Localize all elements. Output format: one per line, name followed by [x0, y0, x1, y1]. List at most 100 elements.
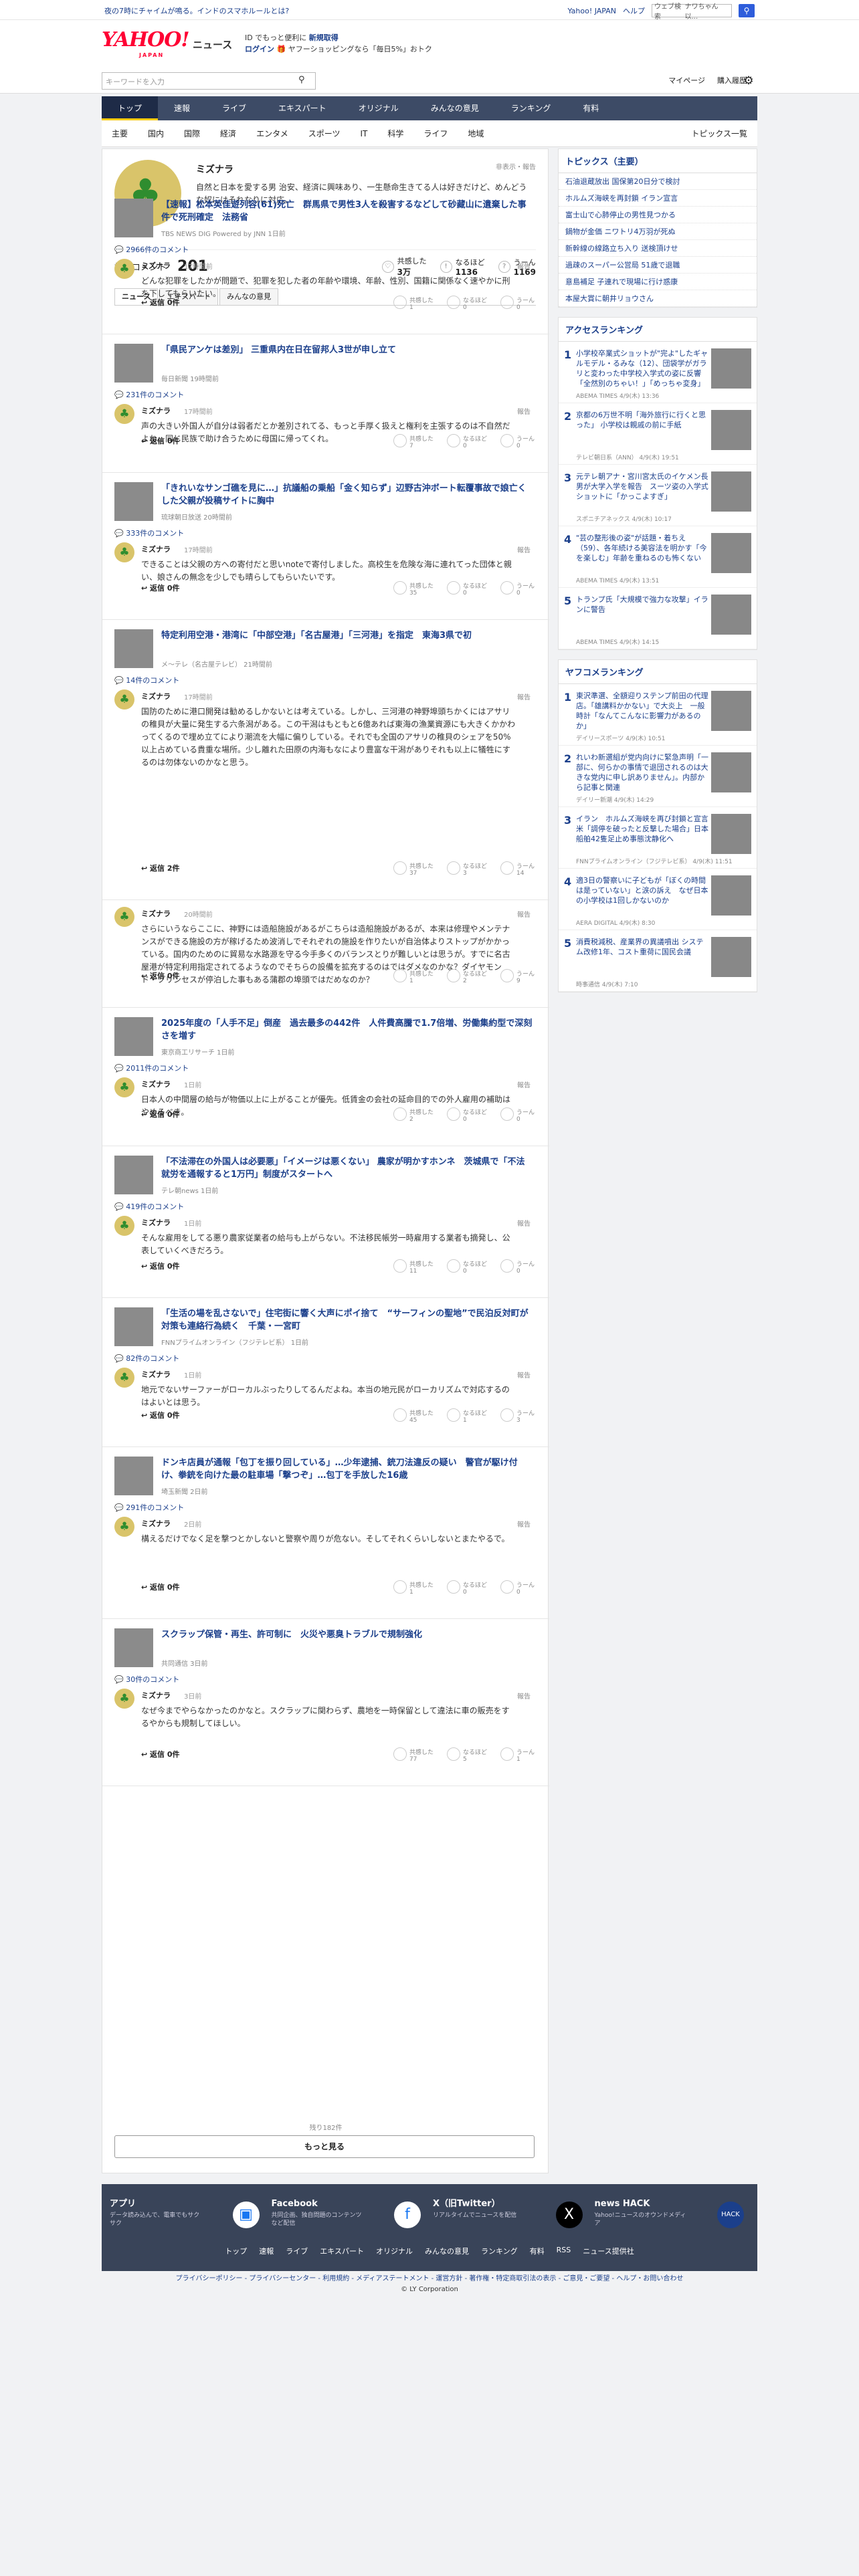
- naruhodo-button[interactable]: なるほど 0: [446, 296, 487, 311]
- article-title[interactable]: 特定利用空港・港湾に「中部空港」「名古屋港」「三河港」を指定 東海3県で初: [161, 629, 533, 642]
- footer-card-facebook[interactable]: Facebook 共同企画、独自問題のコンテンツなど配信 f: [272, 2196, 427, 2234]
- snav-all-topics[interactable]: トピックス一覧: [681, 120, 757, 146]
- report-link[interactable]: 報告: [517, 909, 531, 919]
- empathy-button[interactable]: 共感した 1: [393, 969, 434, 984]
- rank-title[interactable]: 元テレ朝アナ・宮川宮太氏のイケメン長男が大学入学を報告 スーツ姿の入学式ショット…: [576, 471, 710, 502]
- comment-user[interactable]: ミズナラ: [141, 691, 171, 702]
- gnav-paid[interactable]: 有料: [567, 96, 615, 120]
- comment-user[interactable]: ミズナラ: [141, 1079, 171, 1089]
- footer-card-app[interactable]: アプリ データ読み込んで、電車でもサクサク ▣: [110, 2196, 265, 2234]
- article[interactable]: 【速報】松本英佳遊列容(61)死亡 群馬県で男性3人を殺害するなどして砂藏山に遺…: [114, 199, 535, 238]
- search-icon[interactable]: ⚲: [298, 75, 305, 85]
- naruhodo-button[interactable]: なるほど 1: [446, 1408, 487, 1424]
- article-title[interactable]: 「きれいなサンゴ礁を見に…」抗議船の乗船「金く知らず」辺野古沖ボート転覆事故で娘…: [161, 482, 533, 508]
- comment-user[interactable]: ミズナラ: [141, 1217, 171, 1228]
- article[interactable]: ドンキ店員が通報「包丁を振り回している」…少年逮捕、銃刀法違反の疑い 警官が駆け…: [114, 1457, 535, 1496]
- hmm-button[interactable]: うーん 3: [500, 1408, 535, 1424]
- footer-nav-item[interactable]: ライブ: [286, 2246, 308, 2256]
- login-link[interactable]: ログイン: [245, 45, 274, 53]
- register-link[interactable]: 新規取得: [309, 33, 339, 42]
- ranking-item[interactable]: 4 適3日の警察いに子どもが「ぼくの時間は是っていない」と涙の訴え なぜ日本の小学…: [559, 869, 757, 930]
- footer-nav-item[interactable]: エキスパート: [320, 2246, 364, 2256]
- ranking-item[interactable]: 3 元テレ朝アナ・宮川宮太氏のイケメン長男が大学入学を報告 スーツ姿の入学式ショッ…: [559, 465, 757, 526]
- shopping-promo[interactable]: ヤフーショッピングなら「毎日5%」おトク: [288, 45, 432, 53]
- reply-link[interactable]: ↩ 返信 2件: [141, 863, 180, 873]
- report-link[interactable]: 報告: [517, 1370, 531, 1380]
- yahoo-news-logo[interactable]: YAHOO! JAPAN ニュース: [102, 28, 232, 59]
- rank-title[interactable]: 小学校卒業式ショットが"完よ"したギャルモデル・るみな（12）、団袋学がガラリと…: [576, 348, 710, 389]
- report-link[interactable]: 報告: [517, 1079, 531, 1089]
- rank-title[interactable]: イラン ホルムズ海峡を再び封鎖と宣言 米「調停を破ったと反撃した場合」日本船舶4…: [576, 814, 716, 844]
- naruhodo-button[interactable]: なるほど 3: [446, 861, 487, 877]
- hmm-button[interactable]: うーん 9: [500, 969, 535, 984]
- rank-title[interactable]: 適3日の警察いに子どもが「ぼくの時間は是っていない」と涙の訴え なぜ日本の小学校…: [576, 875, 710, 905]
- article[interactable]: 特定利用空港・港湾に「中部空港」「名古屋港」「三河港」を指定 東海3県で初 メ～テ…: [114, 629, 535, 669]
- report-link[interactable]: 報告: [517, 1519, 531, 1529]
- gnav-opinion[interactable]: みんなの意見: [415, 96, 495, 120]
- gnav-original[interactable]: オリジナル: [343, 96, 415, 120]
- empathy-button[interactable]: 共感した 2: [393, 1107, 434, 1123]
- empathy-button[interactable]: 共感した 45: [393, 1408, 434, 1424]
- ranking-item[interactable]: 4 "芸の整形後の姿"が話題・着ちえ（59）、各年続ける美容法を明かす「今を楽しむ…: [559, 526, 757, 588]
- article[interactable]: 2025年度の「人手不足」倒産 過去最多の442件 人件費高騰で1.7倍増、労働…: [114, 1017, 535, 1057]
- comment-user[interactable]: ミズナラ: [141, 908, 171, 919]
- comment-user[interactable]: ミズナラ: [141, 1690, 171, 1701]
- empathy-button[interactable]: 共感した 11: [393, 1259, 434, 1275]
- article[interactable]: 「きれいなサンゴ礁を見に…」抗議船の乗船「金く知らず」辺野古沖ボート転覆事故で娘…: [114, 482, 535, 522]
- rank-title[interactable]: "芸の整形後の姿"が話題・着ちえ（59）、各年続ける美容法を明かす「今を楽しむ」…: [576, 533, 710, 563]
- snav-science[interactable]: 科学: [377, 120, 413, 146]
- search-icon[interactable]: ⚲: [739, 4, 755, 17]
- comment-count-link[interactable]: 💬 2966件のコメント: [114, 244, 189, 255]
- ranking-item[interactable]: 1 東沢準選、全額迎りステンプ前田の代理店。「雄講料かかない」で大炎上 一般時計「…: [559, 684, 757, 746]
- article[interactable]: 「不法滞在の外国人は必要悪」「イメージは悪くない」 農家が明かすホンネ 茨城県で…: [114, 1156, 535, 1195]
- rank-title[interactable]: 東沢準選、全額迎りステンプ前田の代理店。「雄講料かかない」で大炎上 一般時計「な…: [576, 691, 710, 731]
- promo-link[interactable]: 夜の7時にチャイムが鳴る。インドのスマホルールとは?: [104, 5, 289, 16]
- report-link[interactable]: 報告: [517, 1218, 531, 1228]
- footer-nav-item[interactable]: ランキング: [481, 2246, 518, 2256]
- footer-nav-item[interactable]: オリジナル: [376, 2246, 413, 2256]
- gnav-ranking[interactable]: ランキング: [495, 96, 567, 120]
- hmm-button[interactable]: うーん 1: [500, 1747, 535, 1763]
- hmm-button[interactable]: うーん 0: [500, 581, 535, 597]
- article-title[interactable]: 2025年度の「人手不足」倒産 過去最多の442件 人件費高騰で1.7倍増、労働…: [161, 1017, 533, 1043]
- hmm-button[interactable]: うーん 14: [500, 861, 535, 877]
- article-title[interactable]: ドンキ店員が通報「包丁を振り回している」…少年逮捕、銃刀法違反の疑い 警官が駆け…: [161, 1457, 533, 1482]
- ranking-item[interactable]: 2 京都の6万世不明「海外旅行に行くと思った」 小学校は親戚の前に手紙 テレビ朝日系…: [559, 403, 757, 465]
- more-button[interactable]: もっと見る: [114, 2135, 535, 2158]
- comment-user[interactable]: ミズナラ: [141, 1369, 171, 1380]
- legal-links-text[interactable]: プライバシーポリシー - プライバシーセンター - 利用規約 - メディアステー…: [102, 2274, 757, 2284]
- empathy-button[interactable]: 共感した 7: [393, 434, 434, 449]
- comment-user[interactable]: ミズナラ: [141, 405, 171, 416]
- snav-main[interactable]: 主要: [102, 120, 138, 146]
- hmm-button[interactable]: うーん 0: [500, 434, 535, 449]
- footer-nav-item[interactable]: みんなの意見: [425, 2246, 469, 2256]
- ranking-item[interactable]: 2 れいわ新選組が党内向けに緊急声明「一部に、何らかの事情で退団されるのは大きな党…: [559, 746, 757, 807]
- reply-link[interactable]: ↩ 返信 0件: [141, 1109, 180, 1119]
- web-search-input[interactable]: ウェブ検索 ナワちゃん 以...: [652, 3, 732, 21]
- report-link[interactable]: 報告: [517, 691, 531, 702]
- empathy-button[interactable]: 共感した 1: [393, 1580, 434, 1596]
- gnav-expert[interactable]: エキスパート: [262, 96, 343, 120]
- reply-link[interactable]: ↩ 返信 0件: [141, 1582, 180, 1592]
- gnav-breaking[interactable]: 速報: [158, 96, 206, 120]
- hmm-button[interactable]: うーん 0: [500, 1580, 535, 1596]
- article[interactable]: 「生活の場を乱さないで」住宅街に響く大声にポイ捨て “サーフィンの聖地”で民泊反…: [114, 1307, 535, 1347]
- article-title[interactable]: 【速報】松本英佳遊列容(61)死亡 群馬県で男性3人を殺害するなどして砂藏山に遺…: [161, 199, 533, 224]
- rank-title[interactable]: トランプ氏「大規模で強力な攻撃」イランに警告: [576, 595, 710, 615]
- article-title[interactable]: 「不法滞在の外国人は必要悪」「イメージは悪くない」 農家が明かすホンネ 茨城県で…: [161, 1156, 533, 1181]
- keyword-input[interactable]: キーワードを入力: [102, 72, 316, 90]
- reply-link[interactable]: ↩ 返信 0件: [141, 297, 180, 308]
- empathy-button[interactable]: 共感した 35: [393, 581, 434, 597]
- article-title[interactable]: 「生活の場を乱さないで」住宅街に響く大声にポイ捨て “サーフィンの聖地”で民泊反…: [161, 1307, 533, 1333]
- naruhodo-button[interactable]: なるほど 0: [446, 1580, 487, 1596]
- snav-local[interactable]: 地域: [458, 120, 494, 146]
- report-link[interactable]: 報告: [517, 1691, 531, 1701]
- snav-it[interactable]: IT: [350, 120, 377, 146]
- footer-card-x[interactable]: X（旧Twitter） リアルタイムでニュースを配信 X: [433, 2196, 588, 2234]
- topic-item[interactable]: 富士山で心肺停止の男性見つかる: [559, 207, 757, 223]
- comment-count-link[interactable]: 💬 14件のコメント: [114, 675, 179, 685]
- help-link[interactable]: ヘルプ: [623, 5, 645, 16]
- rank-title[interactable]: 消費税減税、産業界の異議噴出 システム改修1年、コスト重荷に国民会議: [576, 937, 710, 957]
- rank-title[interactable]: れいわ新選組が党内向けに緊急声明「一部に、何らかの事情で退団されるのは大きな党内…: [576, 752, 710, 792]
- empathy-button[interactable]: 共感した 37: [393, 861, 434, 877]
